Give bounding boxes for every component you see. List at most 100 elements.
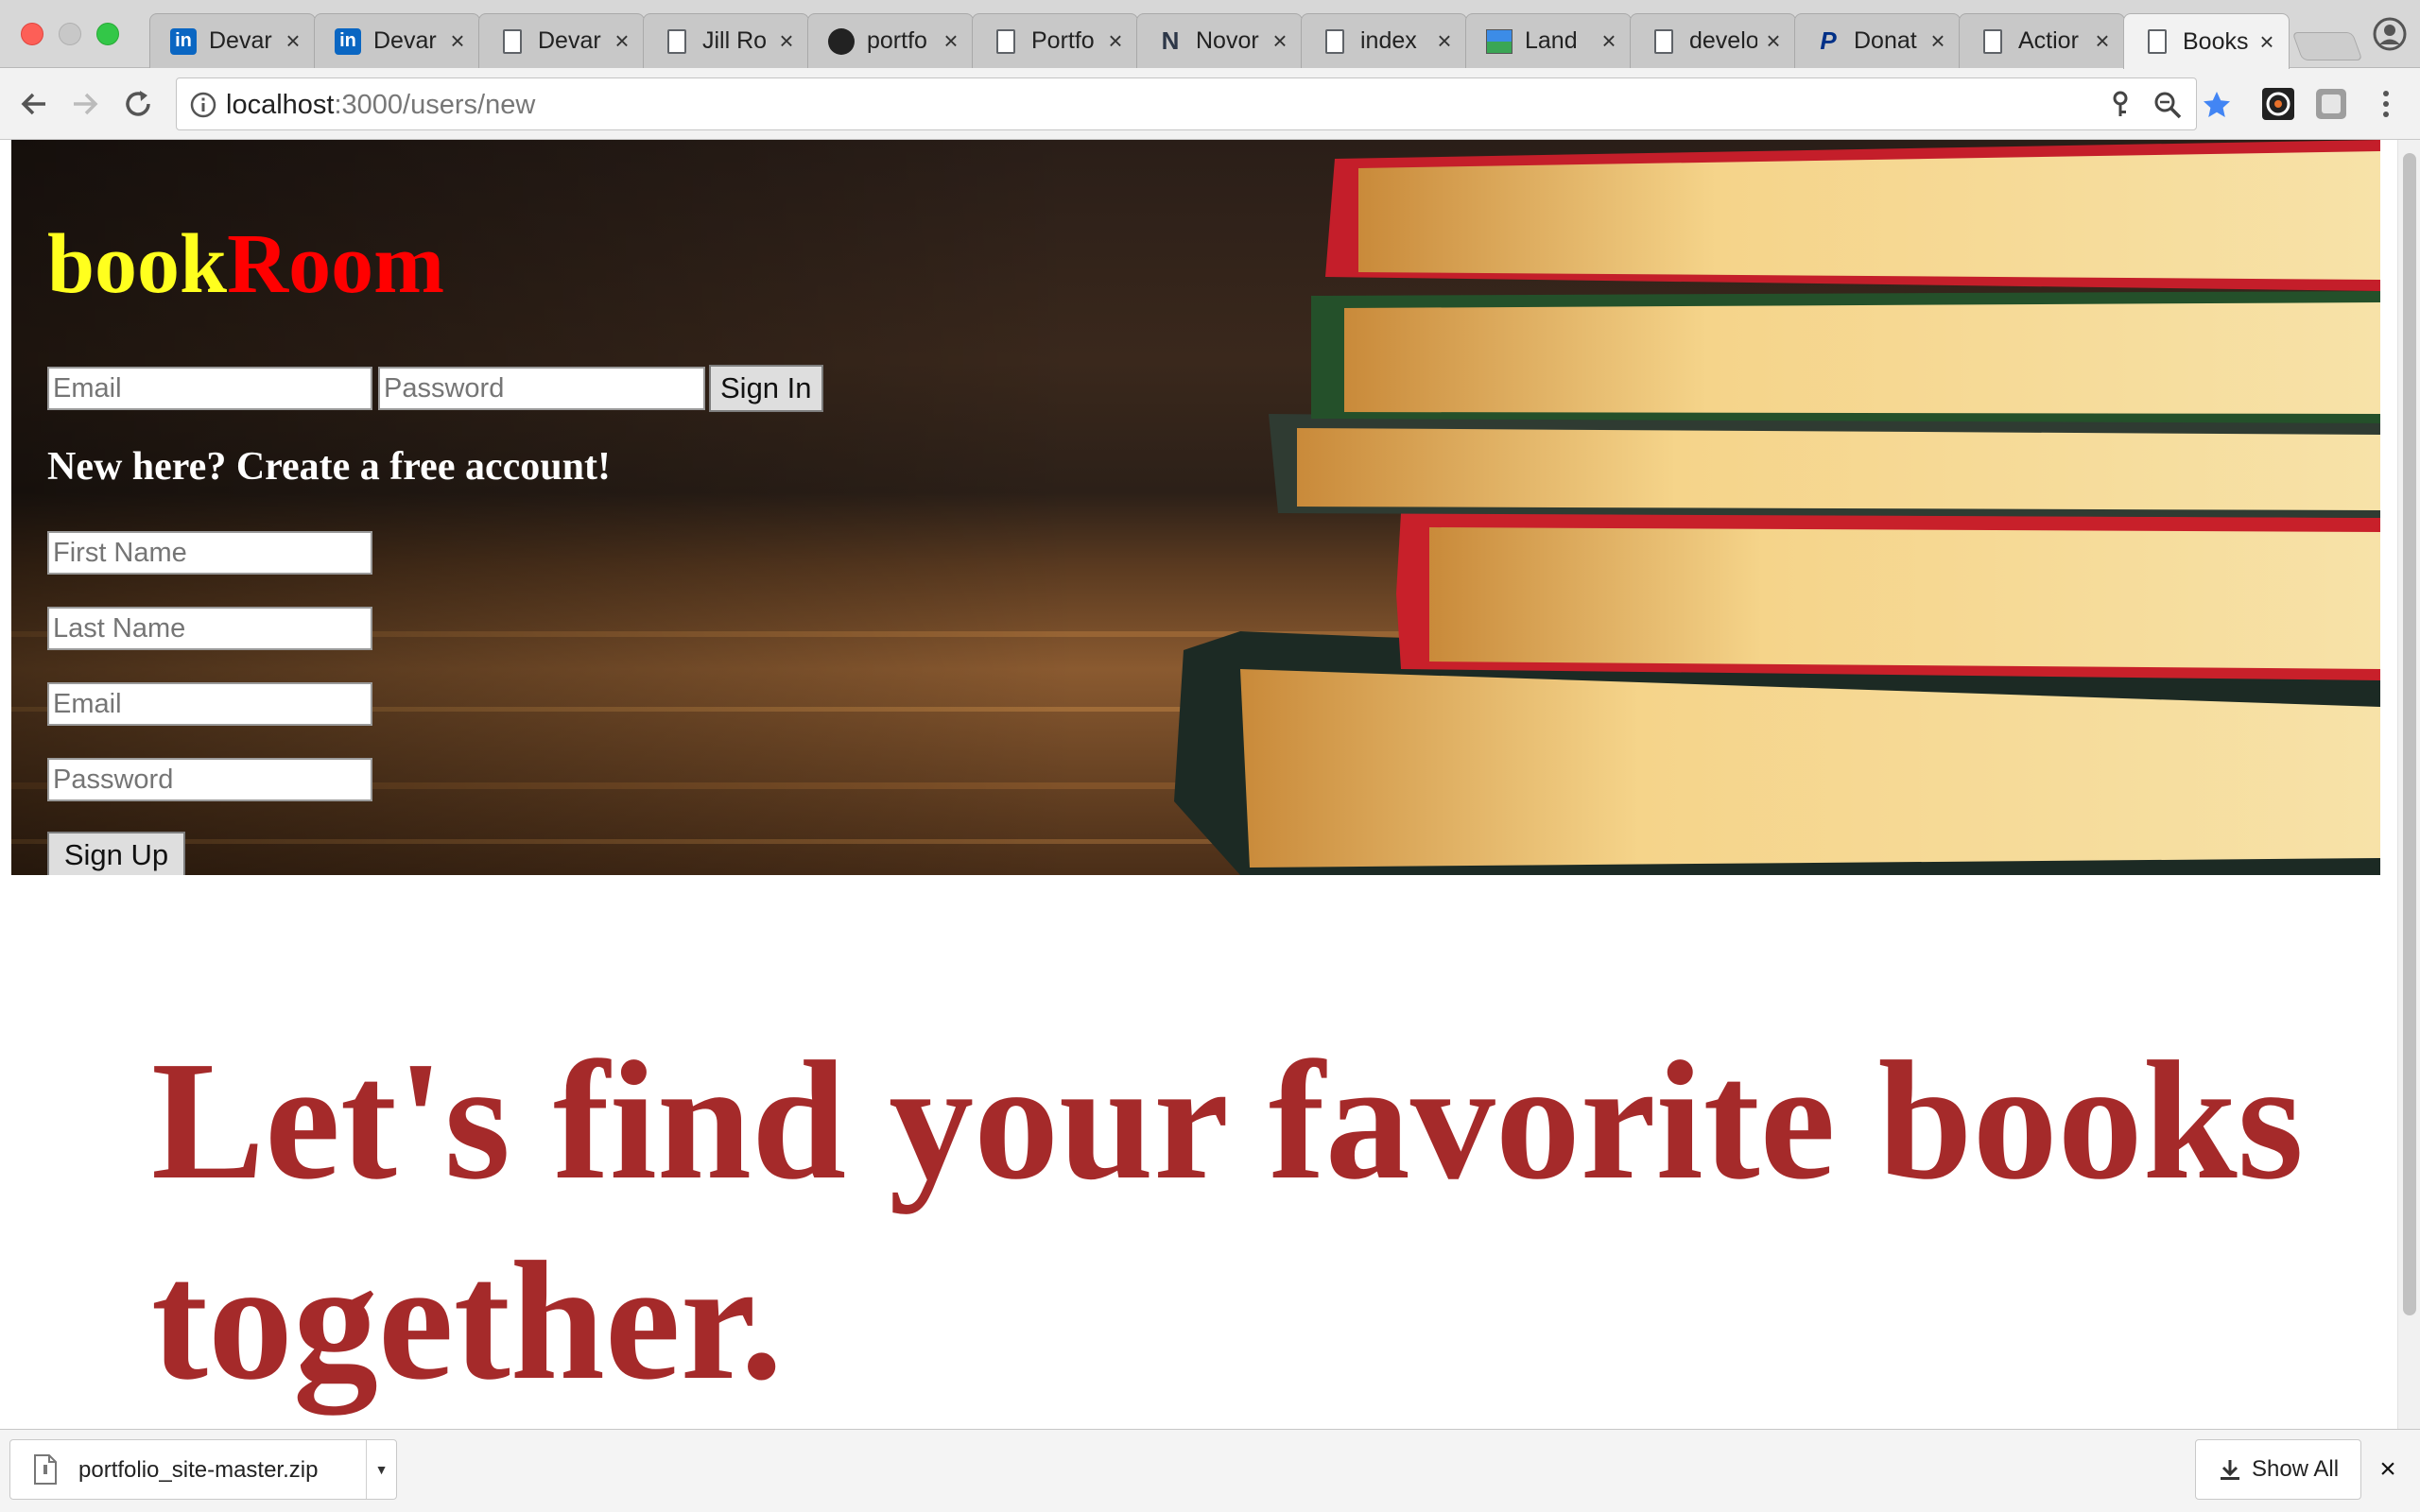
browser-tab[interactable]: P Donat × xyxy=(1794,13,1961,68)
page-viewport: bookRoom Sign In New here? Create a free… xyxy=(0,140,2397,1429)
n-logo-icon: N xyxy=(1161,26,1180,55)
tab-close-icon[interactable]: × xyxy=(612,26,632,56)
signup-email-input[interactable] xyxy=(47,682,372,726)
hero-banner: bookRoom Sign In New here? Create a free… xyxy=(11,140,2380,875)
browser-tab[interactable]: index × xyxy=(1301,13,1467,68)
signup-heading: New here? Create a free account! xyxy=(47,445,611,489)
tab-title: Books xyxy=(2183,27,2249,55)
signin-password-input[interactable] xyxy=(378,367,705,410)
info-icon[interactable] xyxy=(190,92,216,118)
brand-part-book: book xyxy=(47,217,228,311)
tab-close-icon[interactable]: × xyxy=(1105,26,1126,56)
download-menu-caret-icon[interactable]: ▼ xyxy=(366,1440,396,1499)
browser-tab[interactable]: Portfo × xyxy=(972,13,1138,68)
scrollbar-thumb[interactable] xyxy=(2403,153,2416,1315)
browser-tab[interactable]: N Novor × xyxy=(1136,13,1303,68)
sign-up-button[interactable]: Sign Up xyxy=(47,832,185,875)
browser-tab[interactable]: Devar × xyxy=(478,13,645,68)
tab-close-icon[interactable]: × xyxy=(447,26,468,56)
hero-headline: Let's find your favorite books together. xyxy=(151,1026,2304,1415)
browser-tab[interactable]: portfo × xyxy=(807,13,974,68)
tab-close-icon[interactable]: × xyxy=(776,26,797,56)
tab-title: portfo xyxy=(867,27,927,54)
brand-part-room: Room xyxy=(227,217,445,311)
tab-close-icon[interactable]: × xyxy=(941,26,961,56)
browser-toolbar: localhost:3000/users/new xyxy=(0,68,2420,140)
landscape-icon xyxy=(1485,27,1513,56)
linkedin-icon: in xyxy=(334,27,362,56)
tab-title: Donat xyxy=(1854,27,1917,54)
github-icon xyxy=(827,27,856,56)
tab-close-icon[interactable]: × xyxy=(1599,26,1619,56)
browser-tab-strip: in Devar × in Devar × Devar × Jill Ro × … xyxy=(0,0,2420,69)
show-all-label: Show All xyxy=(2251,1456,2340,1482)
tab-title: Devar xyxy=(373,27,437,54)
browser-tab[interactable]: develo × xyxy=(1630,13,1796,68)
paypal-icon: P xyxy=(1820,26,1837,55)
window-close-button[interactable] xyxy=(21,23,43,45)
tab-title: Novor xyxy=(1196,27,1259,54)
reload-icon[interactable] xyxy=(121,87,155,121)
tab-close-icon[interactable]: × xyxy=(2092,26,2113,56)
download-file-name: portfolio_site-master.zip xyxy=(78,1457,319,1483)
download-shelf: portfolio_site-master.zip ▼ Show All × xyxy=(0,1429,2420,1512)
window-zoom-button[interactable] xyxy=(96,23,119,45)
back-arrow-icon[interactable] xyxy=(17,87,51,121)
file-icon xyxy=(34,1454,57,1485)
browser-tab[interactable]: in Devar × xyxy=(149,13,316,68)
zoom-icon[interactable] xyxy=(2152,90,2183,120)
tab-title: Devar xyxy=(209,27,272,54)
close-shelf-icon[interactable]: × xyxy=(2373,1454,2403,1485)
browser-tab[interactable]: Jill Ro × xyxy=(643,13,809,68)
tab-title: Actior xyxy=(2018,27,2079,54)
page-icon xyxy=(663,27,691,56)
signup-password-input[interactable] xyxy=(47,758,372,801)
browser-tab-active[interactable]: Books × xyxy=(2123,13,2290,69)
tab-title: Devar xyxy=(538,27,601,54)
tab-close-icon[interactable]: × xyxy=(1763,26,1784,56)
new-tab-button[interactable] xyxy=(2291,32,2363,60)
url-text[interactable]: localhost:3000/users/new xyxy=(226,90,535,121)
brand-logo: bookRoom xyxy=(47,214,444,316)
bookmark-star-icon[interactable] xyxy=(2202,90,2232,120)
tab-close-icon[interactable]: × xyxy=(1434,26,1455,56)
page-icon xyxy=(1979,27,2007,56)
page-icon xyxy=(2143,27,2171,56)
tab-close-icon[interactable]: × xyxy=(1270,26,1290,56)
tab-title: develo xyxy=(1689,27,1757,54)
tab-title: Land xyxy=(1525,27,1578,54)
page-icon xyxy=(498,27,527,56)
browser-tab[interactable]: Actior × xyxy=(1959,13,2125,68)
tab-close-icon[interactable]: × xyxy=(283,26,303,56)
page-icon xyxy=(1650,27,1678,56)
download-icon xyxy=(2220,1460,2239,1480)
browser-tab[interactable]: in Devar × xyxy=(314,13,480,68)
url-path: :3000/users/new xyxy=(334,90,536,120)
tab-title: Jill Ro xyxy=(702,27,768,54)
more-options-icon[interactable] xyxy=(2369,87,2403,121)
window-minimize-button[interactable] xyxy=(59,23,81,45)
linkedin-icon: in xyxy=(169,27,198,56)
key-icon[interactable] xyxy=(2105,90,2135,120)
page-icon xyxy=(1321,27,1349,56)
sign-in-button[interactable]: Sign In xyxy=(709,365,823,412)
tab-title: index xyxy=(1360,27,1417,54)
extension-icon[interactable] xyxy=(2314,87,2348,121)
url-host: localhost xyxy=(226,90,335,120)
signin-email-input[interactable] xyxy=(47,367,372,410)
download-item[interactable]: portfolio_site-master.zip ▼ xyxy=(9,1439,397,1500)
last-name-input[interactable] xyxy=(47,607,372,650)
tab-title: Portfo xyxy=(1031,27,1095,54)
extension-target-icon[interactable] xyxy=(2261,87,2295,121)
first-name-input[interactable] xyxy=(47,531,372,575)
address-bar[interactable]: localhost:3000/users/new xyxy=(176,77,2230,130)
page-scrollbar[interactable] xyxy=(2397,140,2420,1429)
tab-close-icon[interactable]: × xyxy=(1927,26,1948,56)
tab-list: in Devar × in Devar × Devar × Jill Ro × … xyxy=(149,13,2290,69)
page-icon xyxy=(992,27,1020,56)
forward-arrow-icon[interactable] xyxy=(68,87,102,121)
profile-icon[interactable] xyxy=(2373,17,2407,51)
show-all-downloads-button[interactable]: Show All xyxy=(2195,1439,2361,1500)
tab-close-icon[interactable]: × xyxy=(2256,27,2277,57)
browser-tab[interactable]: Land × xyxy=(1465,13,1632,68)
